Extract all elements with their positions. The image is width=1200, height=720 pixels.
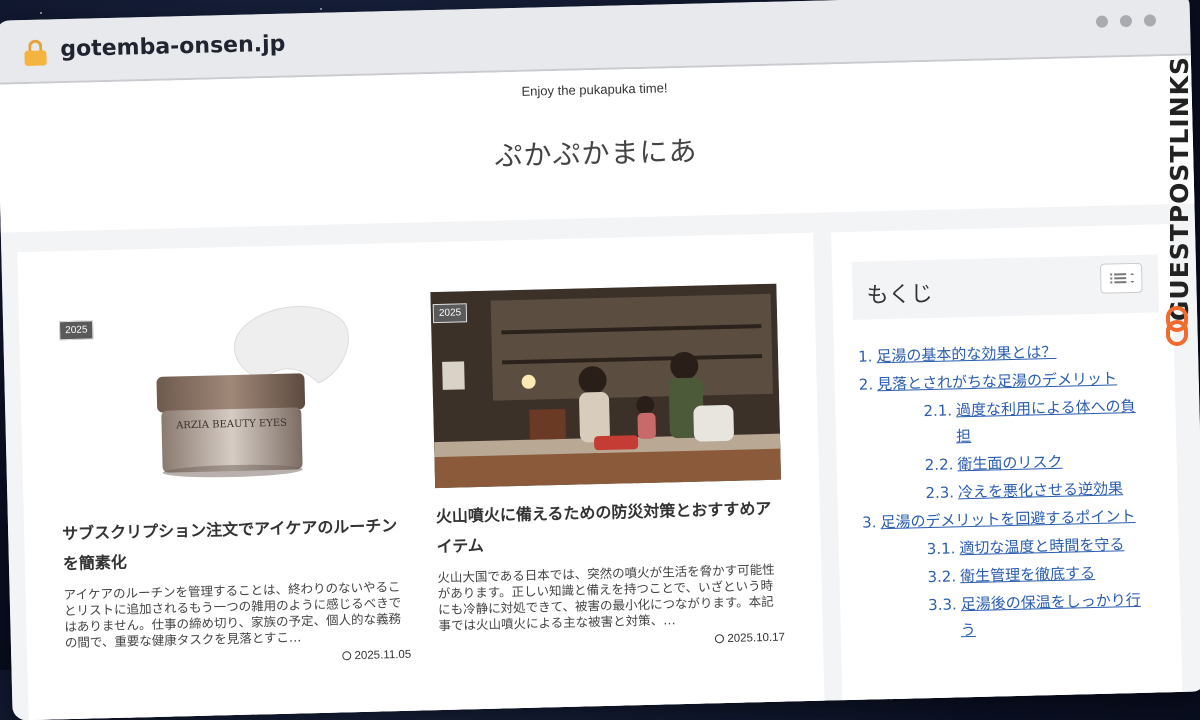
toc-header: もくじ (851, 254, 1160, 320)
lock-icon (24, 39, 47, 66)
toc-item-link[interactable]: 見落とされがちな足湯のデメリット (877, 369, 1117, 393)
toc-item-link[interactable]: 足湯のデメリットを回避するポイント (880, 507, 1135, 531)
article-title[interactable]: サブスクリプション注文でアイケアのルーチンを簡素化 (62, 511, 409, 579)
article-thumbnail[interactable]: 2025 (430, 283, 782, 489)
toc-item-link[interactable]: 冷えを悪化させる逆効果 (958, 479, 1123, 501)
sidebar: もくじ 1. 足湯の基本的な効果とは？ 2. 見落とされがちな足湯のデメリット 2.… (831, 224, 1183, 703)
toc-toggle-button[interactable] (1099, 262, 1143, 294)
toc-item-number: 3.2. (927, 567, 957, 587)
year-badge: 2025 (58, 320, 94, 341)
toc-item-number: 1. (857, 347, 873, 366)
toc-item-number: 2.2. (924, 455, 954, 475)
guestpostlinks-watermark: GUESTPOSTLINKS (1160, 56, 1194, 356)
toc-item-number: 2. (858, 375, 874, 394)
toc-item-link[interactable]: 足湯の基本的な効果とは？ (876, 343, 1056, 365)
toc-item-link[interactable]: 衛生面のリスク (957, 453, 1062, 474)
toc-item-number: 2.1. (923, 401, 953, 421)
toc-title: もくじ (866, 281, 933, 309)
article-excerpt: アイケアのルーチンを管理することは、終わりのないやることリストに追加されるもう一… (63, 578, 402, 651)
toc-item[interactable]: 2.1. 過度な利用による体への負担 (859, 393, 1150, 452)
article-date: 2025.10.17 (439, 632, 785, 652)
window-controls (1095, 14, 1157, 28)
article-title[interactable]: 火山噴火に備えるための防災対策とおすすめアイテム (436, 494, 783, 562)
toc-list: 1. 足湯の基本的な効果とは？ 2. 見落とされがちな足湯のデメリット 2.1. 過度… (858, 337, 1155, 648)
article-thumbnail[interactable]: ARZIA BEAUTY EYES 2025 (56, 300, 408, 506)
toc-item-number: 3.1. (926, 539, 956, 559)
article-date-text: 2025.11.05 (354, 648, 412, 663)
window-dot-icon[interactable] (1095, 15, 1109, 28)
toc-item-number: 3.3. (927, 595, 958, 615)
window-dot-icon[interactable] (1119, 14, 1133, 28)
list-toggle-icon (1110, 272, 1135, 284)
watermark-text: GUESTPOSTLINKS (1165, 56, 1194, 322)
web-page: Enjoy the pukapuka time! ぷかぷかまにあ ARZIA B… (0, 55, 1200, 720)
clock-icon (342, 651, 352, 661)
article-card[interactable]: 2025 火山噴火に備えるための防災対策とおすすめアイテム 火山大国である日本で… (430, 283, 785, 652)
article-list: ARZIA BEAUTY EYES 2025 サブスクリプション注文でアイケアの… (17, 232, 825, 720)
toc-item-number: 3. (861, 513, 877, 532)
year-badge: 2025 (432, 303, 468, 324)
article-date-text: 2025.10.17 (727, 631, 786, 645)
link-logo-icon (1166, 306, 1188, 346)
toc-item-link[interactable]: 足湯後の保温をしっかり行う (961, 591, 1141, 639)
toc-item-number: 2.3. (925, 483, 955, 503)
toc-item-link[interactable]: 衛生管理を徹底する (960, 564, 1095, 585)
toc-item-link[interactable]: 過度な利用による体への負担 (956, 397, 1136, 445)
family-kitchen-image (430, 283, 782, 489)
toc-item-link[interactable]: 適切な温度と時間を守る (959, 535, 1124, 557)
site-title[interactable]: ぷかぷかまにあ (0, 117, 1193, 186)
toc-item[interactable]: 3.3. 足湯後の保温をしっかり行う (864, 587, 1155, 646)
domain-text: gotemba-onsen.jp (60, 31, 286, 63)
article-date: 2025.11.05 (65, 649, 411, 669)
article-excerpt: 火山大国である日本では、突然の噴火が生活を脅かす可能性があります。正しい知識と備… (437, 561, 775, 634)
site-header: Enjoy the pukapuka time! ぷかぷかまにあ (0, 55, 1195, 233)
eye-mask-jar-image: ARZIA BEAUTY EYES (156, 306, 349, 478)
browser-window: gotemba-onsen.jp Enjoy the pukapuka time… (0, 0, 1200, 720)
clock-icon (715, 634, 725, 644)
window-dot-icon[interactable] (1143, 14, 1157, 27)
article-card[interactable]: ARZIA BEAUTY EYES 2025 サブスクリプション注文でアイケアの… (56, 300, 411, 669)
